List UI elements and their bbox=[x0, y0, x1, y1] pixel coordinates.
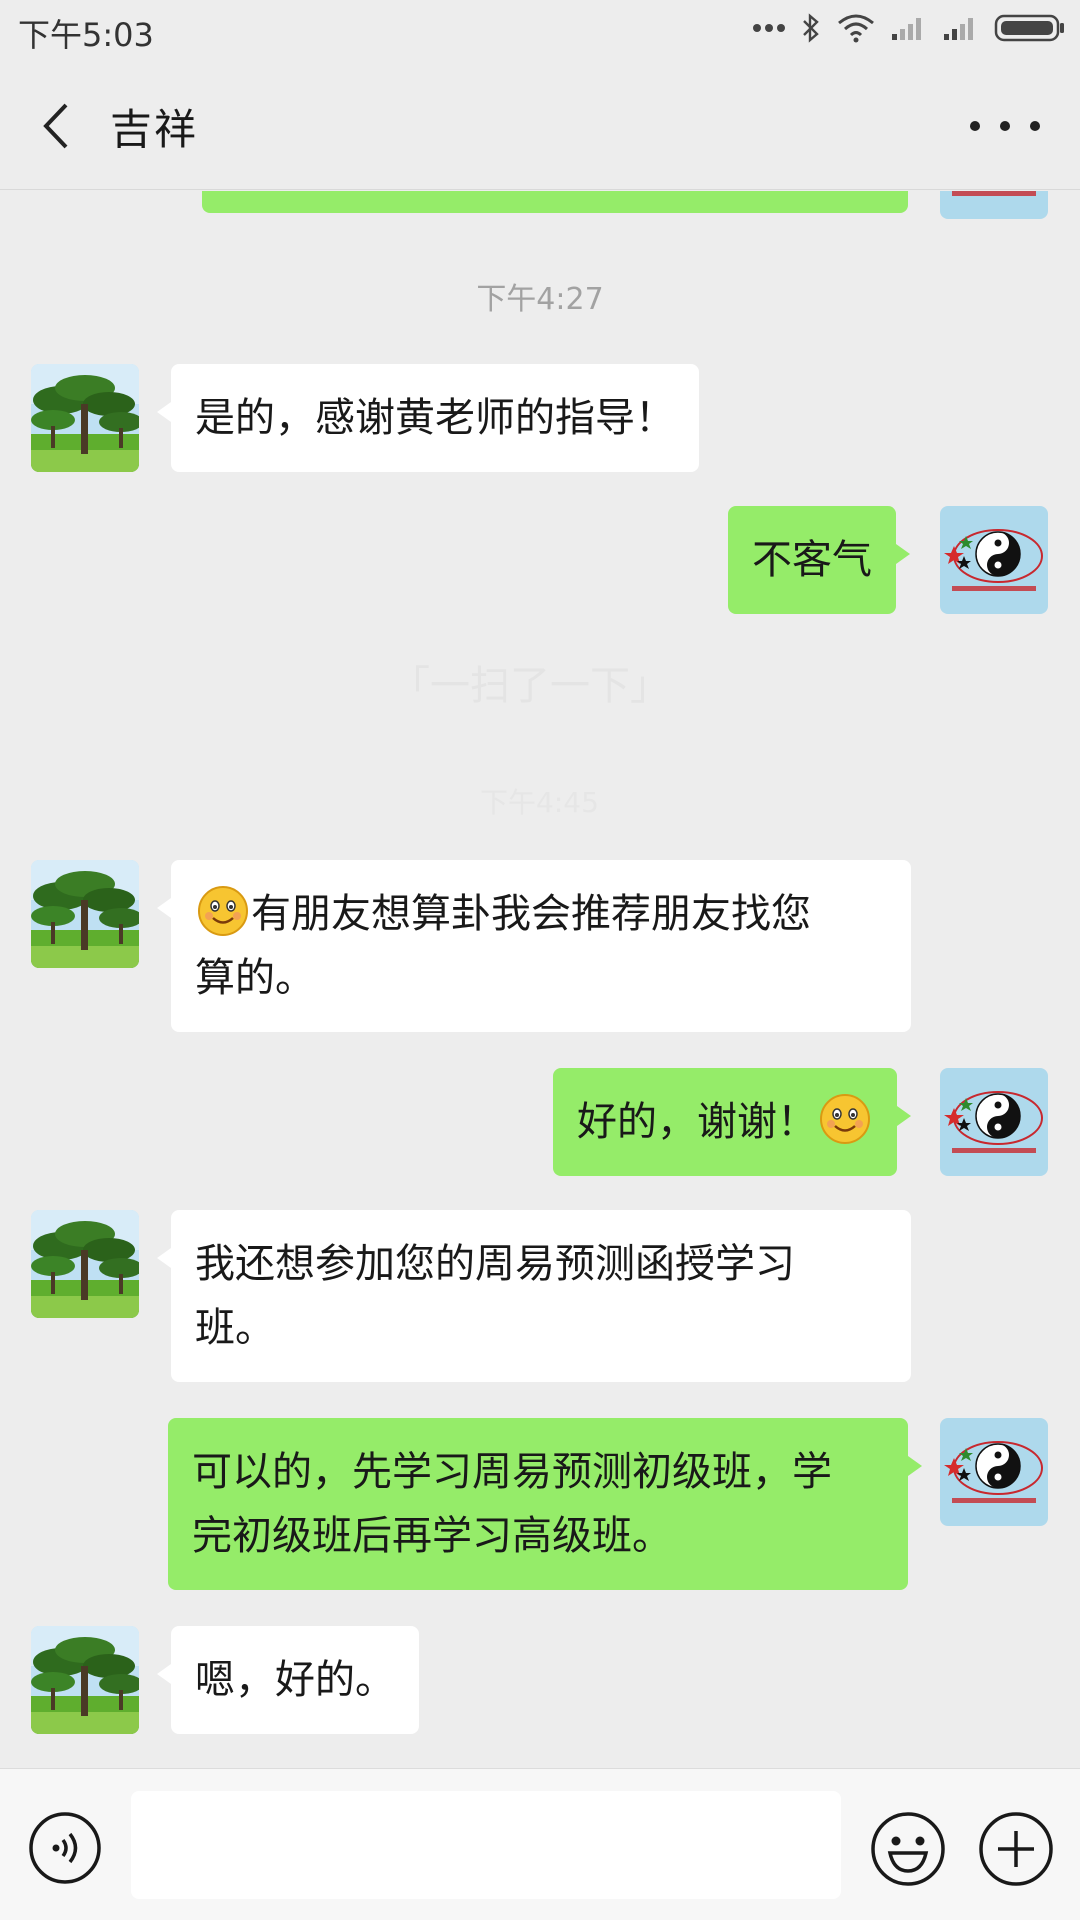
timestamp-separator: 下午4:27 bbox=[476, 282, 604, 317]
message-text: 好的，谢谢！ bbox=[577, 1099, 817, 1145]
voice-input-button[interactable] bbox=[28, 1811, 102, 1885]
contact-avatar[interactable] bbox=[31, 364, 139, 472]
signal-2-icon bbox=[942, 14, 980, 42]
more-dot-icon bbox=[970, 121, 980, 131]
more-dots-icon bbox=[752, 23, 786, 33]
signal-1-icon bbox=[890, 14, 928, 42]
chat-title: 吉祥 bbox=[110, 105, 199, 154]
chat-screen: 下午5:03 吉祥 下午4:27 是的，感谢黄老师的指导！ 不客气 「一扫了一下… bbox=[0, 0, 1080, 1920]
smile-emoji-icon bbox=[819, 1093, 871, 1145]
chevron-left-icon bbox=[43, 103, 68, 149]
more-functions-button[interactable] bbox=[978, 1811, 1054, 1887]
message-bubble-partial[interactable] bbox=[202, 191, 908, 213]
message-text-line: 可以的，先学习周易预测初级班，学 bbox=[192, 1449, 832, 1495]
self-avatar[interactable] bbox=[940, 191, 1048, 219]
message-text-line: 算的。 bbox=[195, 955, 315, 1001]
plus-circle-icon bbox=[979, 1812, 1053, 1886]
smiley-icon bbox=[871, 1812, 945, 1886]
message-bubble-outgoing[interactable]: 好的，谢谢！ bbox=[553, 1068, 911, 1176]
more-options-button[interactable] bbox=[970, 114, 1040, 138]
message-bubble-outgoing[interactable]: 不客气 bbox=[728, 506, 910, 614]
status-icons bbox=[752, 12, 1066, 44]
contact-avatar[interactable] bbox=[31, 860, 139, 968]
message-text: 嗯，好的。 bbox=[195, 1657, 395, 1703]
battery-icon bbox=[994, 13, 1066, 43]
message-bubble-incoming[interactable]: 嗯，好的。 bbox=[157, 1626, 419, 1734]
back-button[interactable] bbox=[30, 98, 80, 154]
message-text: 不客气 bbox=[752, 537, 872, 583]
smile-emoji-icon bbox=[197, 885, 249, 937]
message-text-line: 班。 bbox=[195, 1305, 275, 1351]
message-text-line: 完初级班后再学习高级班。 bbox=[192, 1513, 672, 1559]
message-text-line: 有朋友想算卦我会推荐朋友找您 bbox=[251, 891, 811, 937]
chat-header: 吉祥 bbox=[0, 62, 1080, 190]
message-list[interactable]: 下午4:27 是的，感谢黄老师的指导！ 不客气 「一扫了一下」 下午4:45 有… bbox=[0, 191, 1080, 1767]
message-text-line: 我还想参加您的周易预测函授学习 bbox=[195, 1241, 795, 1287]
status-time: 下午5:03 bbox=[18, 16, 154, 54]
voice-icon bbox=[29, 1812, 101, 1884]
message-input[interactable] bbox=[131, 1791, 841, 1899]
bluetooth-icon bbox=[800, 12, 822, 44]
message-text: 是的，感谢黄老师的指导！ bbox=[195, 395, 675, 441]
contact-avatar[interactable] bbox=[31, 1210, 139, 1318]
self-avatar[interactable] bbox=[940, 1418, 1048, 1526]
status-bar: 下午5:03 bbox=[0, 0, 1080, 62]
message-bubble-incoming[interactable]: 我还想参加您的周易预测函授学习 班。 bbox=[157, 1210, 911, 1382]
input-bar bbox=[0, 1768, 1080, 1920]
more-dot-icon bbox=[1030, 121, 1040, 131]
more-dot-icon bbox=[1000, 121, 1010, 131]
emoji-button[interactable] bbox=[870, 1811, 946, 1887]
message-bubble-incoming[interactable]: 是的，感谢黄老师的指导！ bbox=[157, 364, 699, 472]
wifi-icon bbox=[836, 13, 876, 43]
system-notice: 「一扫了一下」 bbox=[390, 663, 670, 709]
self-avatar[interactable] bbox=[940, 506, 1048, 614]
self-avatar[interactable] bbox=[940, 1068, 1048, 1176]
timestamp-separator: 下午4:45 bbox=[480, 786, 599, 819]
contact-avatar[interactable] bbox=[31, 1626, 139, 1734]
message-bubble-incoming[interactable]: 有朋友想算卦我会推荐朋友找您 算的。 bbox=[157, 860, 911, 1032]
message-bubble-outgoing[interactable]: 可以的，先学习周易预测初级班，学 完初级班后再学习高级班。 bbox=[168, 1418, 922, 1590]
